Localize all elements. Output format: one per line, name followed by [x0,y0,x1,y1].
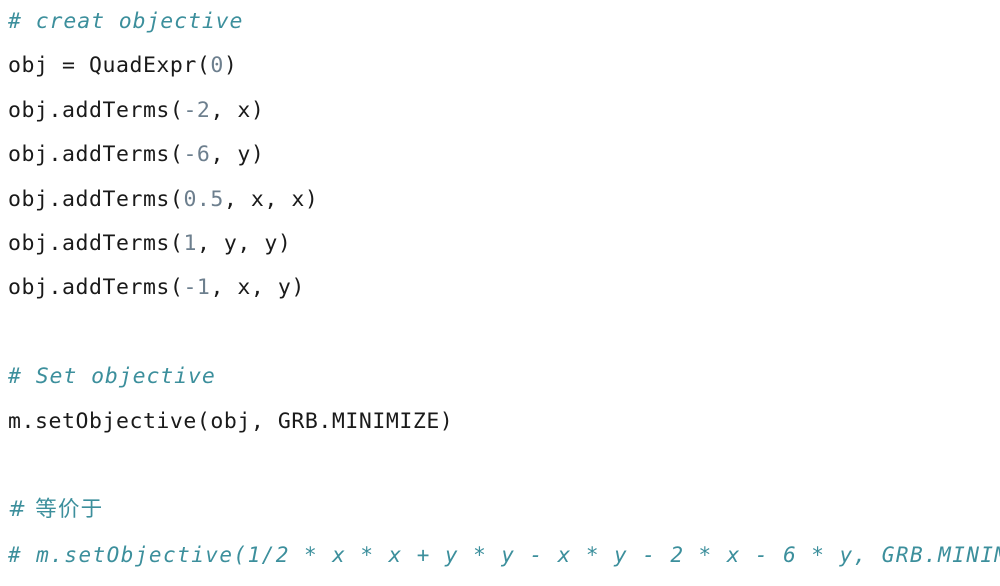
code-token-suffix: , x, x) [223,186,319,212]
code-token-number: 1 [183,231,197,256]
code-token-number: -6 [183,142,211,168]
code-token-number: -1 [183,275,211,301]
code-token-prefix: obj.addTerms( [8,142,184,168]
code-line-quadexpr-init: obj = QuadExpr(0) [8,44,237,88]
code-line-addterms-x-linear: obj.addTerms(-2, x) [8,89,264,133]
code-token-prefix: obj.addTerms( [8,97,184,123]
code-token-number: -2 [183,97,211,123]
code-line-setobjective-call: m.setObjective(obj, GRB.MINIMIZE) [8,408,454,434]
code-line-comment-equivalent-expression: # m.setObjective(1/2 * x * x + y * y - x… [8,542,1000,567]
code-line-comment-creat-objective: # creat objective [8,9,244,34]
code-block[interactable]: # creat objective obj = QuadExpr(0) obj.… [0,0,1000,586]
code-token-prefix: obj.addTerms( [8,231,184,256]
code-token-prefix: obj.addTerms( [8,186,184,212]
code-token-suffix: , x, y) [210,275,305,301]
code-line-addterms-xy-cross: obj.addTerms(-1, x, y) [8,266,305,310]
code-token-suffix: ) [223,53,238,79]
code-line-comment-set-objective: # Set objective [8,364,216,390]
code-token-number: 0 [210,53,224,79]
code-token-suffix: , y, y) [196,231,292,256]
code-token-suffix: , y) [210,142,265,168]
code-token-prefix: obj = QuadExpr( [8,53,211,79]
code-line-addterms-xx-quadratic: obj.addTerms(0.5, x, x) [8,178,318,222]
code-token-suffix: , x) [210,97,265,123]
code-token-prefix: obj.addTerms( [8,275,184,301]
code-line-comment-equivalent-cjk: # 等价于 [8,497,104,523]
code-line-addterms-yy-quadratic: obj.addTerms(1, y, y) [8,222,291,266]
code-line-addterms-y-linear: obj.addTerms(-6, y) [8,133,264,177]
code-token-number: 0.5 [183,186,224,212]
